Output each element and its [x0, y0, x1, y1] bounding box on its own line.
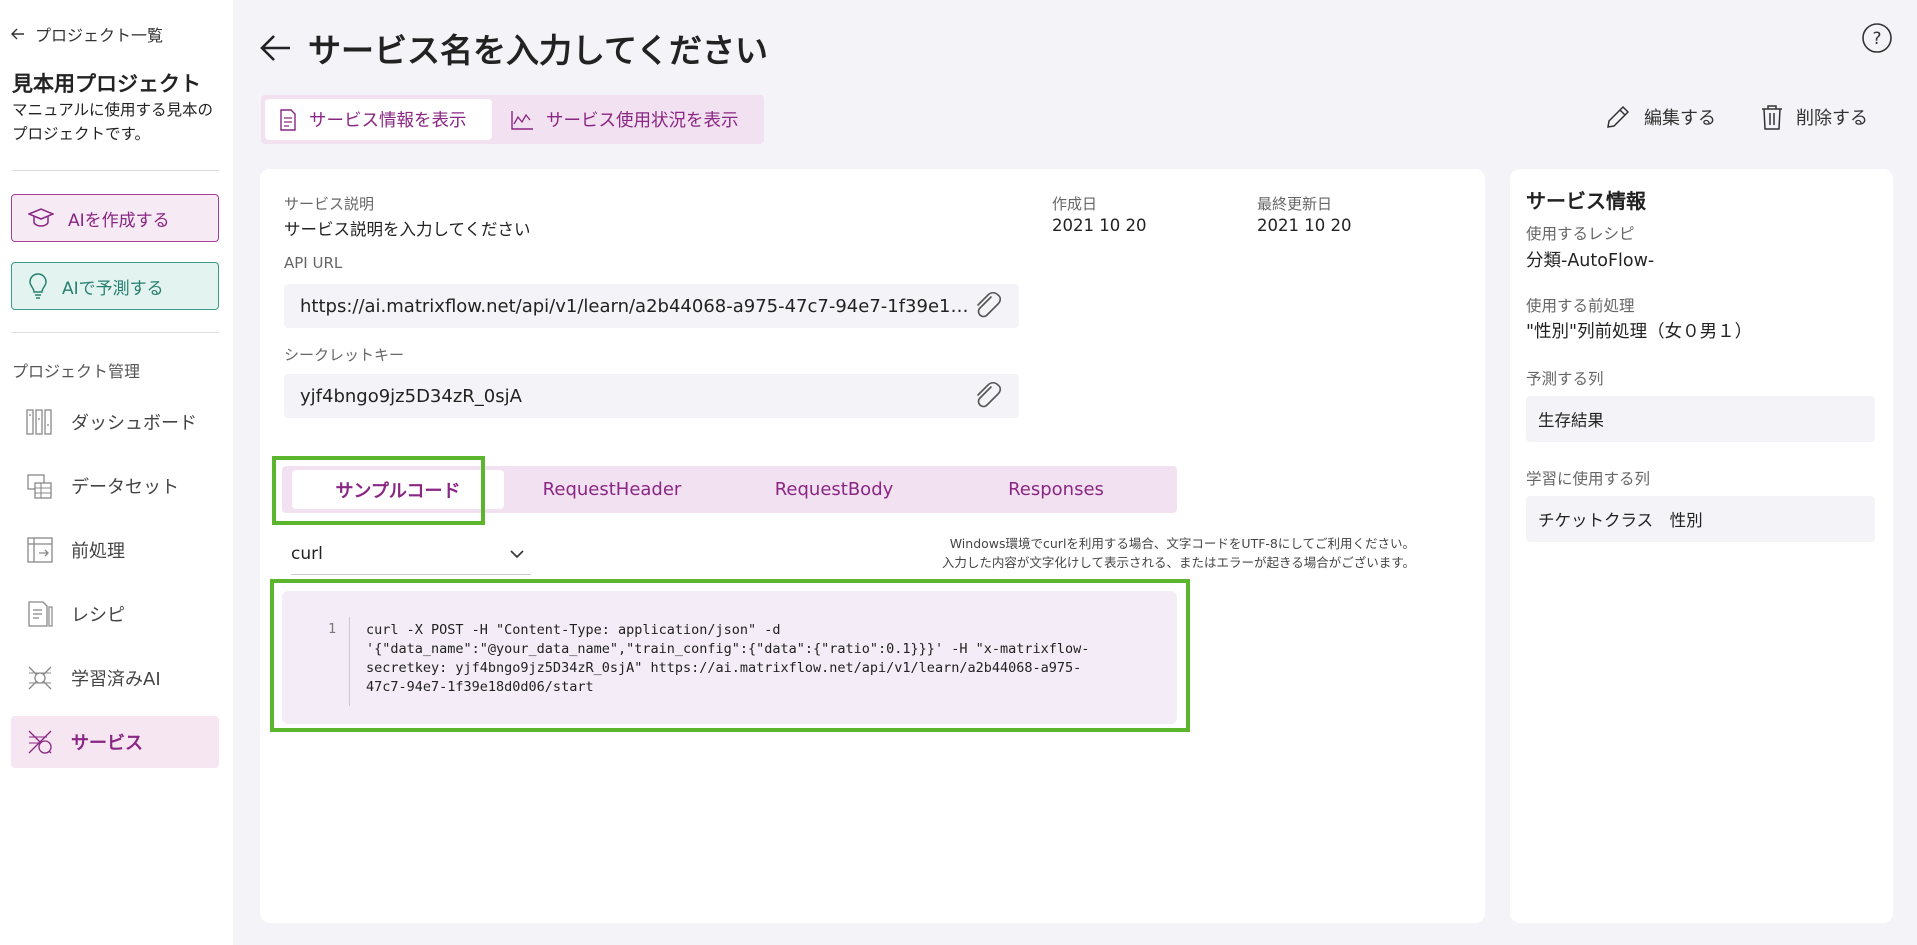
tab-sample-code[interactable]: サンプルコード — [292, 470, 504, 509]
preprocess-label: 使用する前処理 — [1526, 297, 1635, 315]
page-title: サービス名を入力してください — [308, 31, 769, 70]
help-icon[interactable]: ? — [1861, 22, 1893, 54]
language-select[interactable]: curl — [291, 533, 531, 575]
back-to-projects-link[interactable]: プロジェクト一覧 — [11, 22, 163, 46]
svg-text:?: ? — [1872, 29, 1881, 49]
create-ai-label: AIを作成する — [68, 210, 170, 231]
document-icon — [280, 108, 296, 131]
lightbulb-icon — [29, 273, 47, 299]
recipe-label: 使用するレシピ — [1526, 225, 1635, 243]
paperclip-icon[interactable] — [971, 381, 1003, 411]
sidebar-item-trained-ai[interactable]: 学習済みAI — [11, 652, 219, 704]
tab-service-usage[interactable]: サービス使用状況を表示 — [496, 99, 753, 140]
graduation-cap-icon — [28, 208, 54, 227]
preprocess-icon — [25, 535, 55, 565]
divider — [12, 170, 219, 171]
tab-label: サービス使用状況を表示 — [546, 111, 739, 131]
recipe-icon — [25, 599, 55, 629]
description-value: サービス説明を入力してください — [284, 220, 531, 239]
windows-note-line: 入力した内容が文字化けして表示される、またはエラーが起きる場合がございます。 — [941, 555, 1415, 570]
trained-ai-icon — [25, 663, 55, 693]
edit-label: 編集する — [1644, 108, 1716, 129]
chart-icon — [511, 110, 533, 130]
target-column-label: 予測する列 — [1526, 370, 1604, 388]
paperclip-icon[interactable] — [971, 291, 1003, 321]
code-text: curl -X POST -H "Content-Type: applicati… — [366, 622, 1090, 695]
trash-icon — [1762, 105, 1782, 130]
tab-responses[interactable]: Responses — [950, 466, 1162, 513]
secret-key-value: yjf4bngo9jz5D34zR_0sjA — [300, 385, 522, 407]
updated-date-label: 最終更新日 — [1257, 195, 1333, 213]
delete-button[interactable]: 削除する — [1760, 103, 1868, 131]
training-columns-label: 学習に使用する列 — [1526, 470, 1651, 488]
recipe-value: 分類-AutoFlow- — [1526, 251, 1655, 271]
updated-date-value: 2021 10 20 — [1257, 216, 1352, 235]
sidebar-item-label: サービス — [71, 733, 143, 754]
pencil-icon — [1607, 105, 1630, 128]
created-date-value: 2021 10 20 — [1052, 216, 1147, 235]
created-date-label: 作成日 — [1052, 195, 1098, 213]
api-url-label: API URL — [284, 254, 343, 272]
api-url-field[interactable]: https://ai.matrixflow.net/api/v1/learn/a… — [284, 284, 1019, 328]
service-info-card: サービス情報 使用するレシピ 分類-AutoFlow- 使用する前処理 "性別"… — [1510, 169, 1893, 923]
sidebar-item-label: データセット — [71, 477, 179, 498]
secret-key-label: シークレットキー — [284, 346, 405, 364]
sample-code-block[interactable]: 1 curl -X POST -H "Content-Type: applica… — [282, 591, 1177, 724]
sidebar-item-label: 前処理 — [71, 541, 125, 562]
create-ai-button[interactable]: AIを作成する — [11, 194, 219, 242]
sidebar-item-label: ダッシュボード — [71, 413, 197, 434]
dashboard-icon — [25, 407, 55, 437]
page-header: サービス名を入力してください — [260, 24, 768, 72]
code-tabs: サンプルコード RequestHeader RequestBody Respon… — [282, 466, 1177, 513]
tab-request-header[interactable]: RequestHeader — [506, 466, 718, 513]
tab-service-info[interactable]: サービス情報を表示 — [265, 99, 492, 140]
sidebar-item-recipe[interactable]: レシピ — [11, 588, 219, 640]
divider — [12, 332, 219, 333]
tab-label: サービス情報を表示 — [309, 111, 467, 131]
line-number-divider — [349, 617, 350, 706]
project-description: マニュアルに使用する見本のプロジェクトです。 — [12, 101, 214, 143]
tab-request-body[interactable]: RequestBody — [728, 466, 940, 513]
language-value: curl — [291, 543, 323, 564]
sidebar-item-service[interactable]: サービス — [11, 716, 219, 768]
section-label: プロジェクト管理 — [12, 362, 141, 381]
arrow-left-icon — [11, 28, 24, 40]
line-number: 1 — [328, 621, 337, 637]
info-title: サービス情報 — [1526, 189, 1646, 213]
arrow-left-icon[interactable] — [260, 34, 292, 62]
back-link-label: プロジェクト一覧 — [35, 26, 164, 45]
predict-ai-button[interactable]: AIで予測する — [11, 262, 219, 310]
edit-button[interactable]: 編集する — [1604, 103, 1716, 131]
preprocess-value: "性別"列前処理（女０男１） — [1526, 322, 1753, 342]
description-label: サービス説明 — [284, 195, 375, 213]
service-detail-card: サービス説明 サービス説明を入力してください 作成日 2021 10 20 最終… — [260, 169, 1485, 923]
sidebar-item-dataset[interactable]: データセット — [11, 460, 219, 512]
chevron-down-icon — [510, 549, 524, 558]
secret-key-field[interactable]: yjf4bngo9jz5D34zR_0sjA — [284, 374, 1019, 418]
sidebar-item-label: 学習済みAI — [71, 669, 161, 690]
sidebar-item-dashboard[interactable]: ダッシュボード — [11, 396, 219, 448]
training-columns-chip: チケットクラス 性別 — [1526, 496, 1875, 542]
sidebar: プロジェクト一覧 見本用プロジェクト マニュアルに使用する見本のプロジェクトです… — [0, 0, 233, 945]
sidebar-item-label: レシピ — [71, 605, 125, 626]
predict-ai-label: AIで予測する — [62, 278, 164, 299]
sidebar-item-preprocess[interactable]: 前処理 — [11, 524, 219, 576]
service-icon — [25, 727, 55, 757]
windows-note: Windows環境でcurlを利用する場合、文字コードをUTF-8にしてご利用く… — [860, 534, 1415, 572]
target-column-chip: 生存結果 — [1526, 396, 1875, 442]
dataset-icon — [25, 471, 55, 501]
project-name: 見本用プロジェクト — [12, 72, 201, 96]
api-url-value: https://ai.matrixflow.net/api/v1/learn/a… — [300, 295, 971, 317]
view-tabs: サービス情報を表示 サービス使用状況を表示 — [261, 95, 764, 144]
windows-note-line: Windows環境でcurlを利用する場合、文字コードをUTF-8にしてご利用く… — [949, 536, 1415, 551]
delete-label: 削除する — [1796, 108, 1868, 129]
